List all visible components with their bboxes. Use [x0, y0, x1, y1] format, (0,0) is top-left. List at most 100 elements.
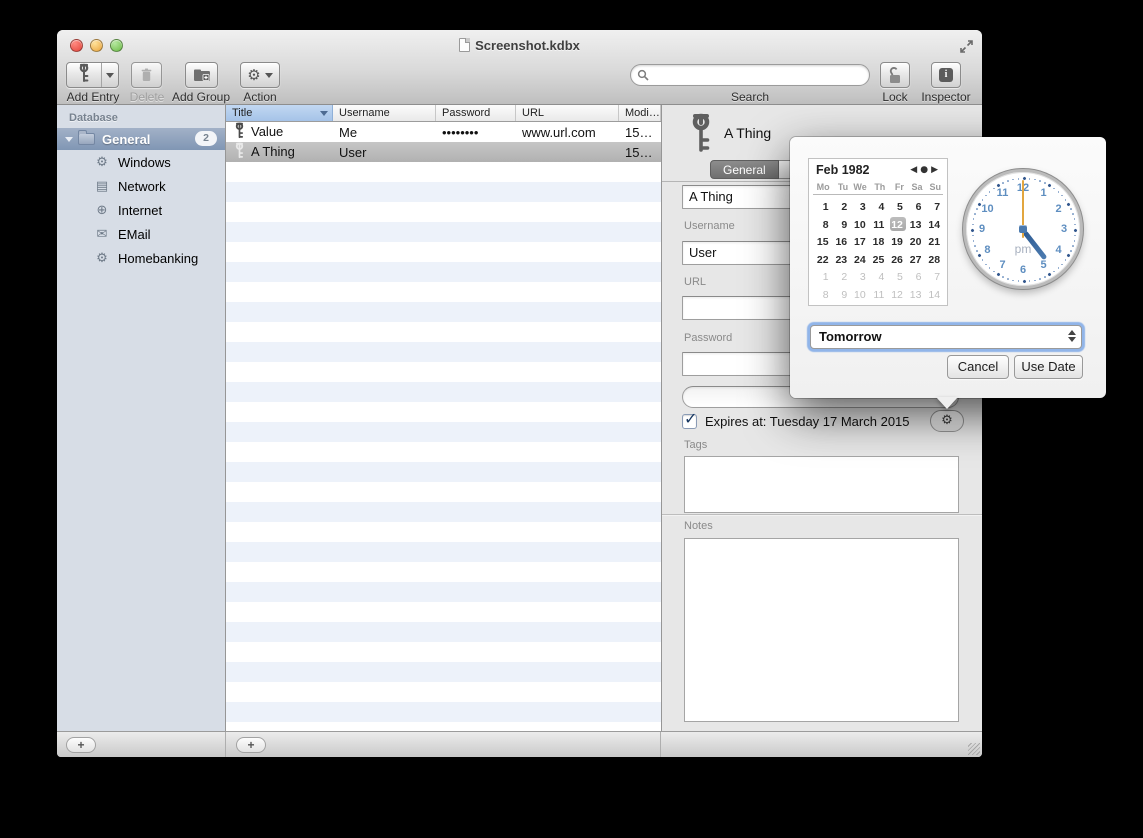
next-month-button[interactable]: ▶ — [931, 165, 941, 175]
column-header-username[interactable]: Username — [333, 105, 436, 121]
calendar-day[interactable]: 6 — [906, 269, 925, 287]
calendar-day[interactable]: 16 — [832, 234, 851, 252]
calendar-day[interactable]: 2 — [832, 199, 851, 217]
calendar-day[interactable]: 21 — [924, 234, 943, 252]
column-header-modi[interactable]: Modi… — [619, 105, 661, 121]
sidebar-item-label: Homebanking — [118, 251, 198, 266]
date-picker-popover: Feb 1982 ◀●▶ MoTuWeThFrSaSu 123456789101… — [790, 137, 1106, 398]
calendar-day[interactable]: 4 — [869, 199, 888, 217]
clock-tick — [1074, 224, 1076, 226]
calendar-day[interactable]: 20 — [906, 234, 925, 252]
expires-label: Expires at: Tuesday 17 March 2015 — [705, 414, 910, 429]
column-header-url[interactable]: URL — [516, 105, 619, 121]
calendar-day[interactable]: 10 — [850, 217, 869, 235]
today-button[interactable]: ● — [920, 165, 931, 175]
clock-tick — [1053, 271, 1055, 273]
calendar-day[interactable]: 1 — [813, 269, 832, 287]
calendar-day[interactable]: 7 — [924, 199, 943, 217]
calendar-day[interactable]: 11 — [869, 287, 888, 305]
calendar-day[interactable]: 14 — [924, 217, 943, 235]
calendar-day[interactable]: 5 — [887, 269, 906, 287]
calendar-day[interactable]: 15 — [813, 234, 832, 252]
calendar-day[interactable]: 9 — [832, 217, 851, 235]
delete-button[interactable] — [131, 62, 162, 88]
fullscreen-icon[interactable] — [959, 39, 974, 54]
add-entry-button[interactable] — [66, 62, 119, 88]
calendar-day[interactable]: 7 — [924, 269, 943, 287]
sidebar-item-windows[interactable]: ⚙Windows — [57, 150, 225, 174]
calendar-day[interactable]: 14 — [924, 287, 943, 305]
inspector-button[interactable]: i — [931, 62, 961, 88]
lock-button[interactable] — [880, 62, 910, 88]
tags-field[interactable] — [684, 456, 959, 513]
calendar-day[interactable]: 3 — [850, 269, 869, 287]
calendar-day[interactable]: 9 — [832, 287, 851, 305]
add-entry-plus-button[interactable]: + — [236, 737, 266, 753]
calendar-day[interactable]: 6 — [906, 199, 925, 217]
calendar-day[interactable]: 27 — [906, 252, 925, 270]
calendar-day[interactable]: 11 — [869, 217, 888, 235]
calendar-day[interactable]: 22 — [813, 252, 832, 270]
clock-number: 9 — [979, 223, 985, 235]
calendar-day[interactable]: 4 — [869, 269, 888, 287]
table-row[interactable]: ValueMe••••••••www.url.com15… — [226, 122, 661, 142]
sidebar-item-network[interactable]: ▤Network — [57, 174, 225, 198]
use-date-button[interactable]: Use Date — [1014, 355, 1083, 379]
calendar-day[interactable]: 13 — [906, 217, 925, 235]
expires-checkbox[interactable]: ✓ — [682, 414, 697, 429]
clock-tick — [1029, 178, 1031, 180]
mail-icon: ✉ — [94, 227, 110, 242]
gear-icon: ⚙ — [94, 251, 110, 266]
clock-center-cap — [1019, 225, 1027, 233]
calendar-day[interactable]: 18 — [869, 234, 888, 252]
calendar-day[interactable]: 1 — [813, 199, 832, 217]
calendar-day[interactable]: 8 — [813, 217, 832, 235]
calendar-day[interactable]: 19 — [887, 234, 906, 252]
disclosure-triangle-icon[interactable] — [65, 137, 73, 142]
action-button[interactable]: ⚙ — [240, 62, 280, 88]
calendar-day[interactable]: 2 — [832, 269, 851, 287]
calendar-day[interactable]: 5 — [887, 199, 906, 217]
sidebar-item-internet[interactable]: ⊕Internet — [57, 198, 225, 222]
analog-clock[interactable]: 123456789101112 pm — [963, 169, 1083, 289]
resize-grip[interactable] — [968, 743, 980, 755]
add-group-plus-button[interactable]: + — [66, 737, 96, 753]
calendar-day[interactable]: 12 — [887, 287, 906, 305]
table-row[interactable]: A ThingUser15… — [226, 142, 661, 162]
column-header-password[interactable]: Password — [436, 105, 516, 121]
search-input[interactable] — [630, 64, 870, 86]
calendar-day[interactable]: 10 — [850, 287, 869, 305]
calendar-day[interactable]: 23 — [832, 252, 851, 270]
calendar-day[interactable]: 28 — [924, 252, 943, 270]
add-group-button[interactable] — [185, 62, 218, 88]
folder-icon — [78, 133, 95, 145]
date-preset-select[interactable]: Tomorrow — [810, 325, 1082, 349]
folder-plus-icon — [193, 68, 211, 82]
calendar-day[interactable]: 25 — [869, 252, 888, 270]
clock-tick — [1066, 202, 1070, 206]
clock-tick — [1044, 182, 1046, 184]
tab-general[interactable]: General — [710, 160, 779, 179]
column-header-title[interactable]: Title — [226, 105, 333, 121]
add-entry-dropdown[interactable] — [102, 73, 118, 78]
calendar-day[interactable]: 26 — [887, 252, 906, 270]
expires-date-picker-button[interactable]: ⚙ — [930, 410, 964, 432]
clock-tick — [1002, 182, 1004, 184]
calendar-day[interactable]: 13 — [906, 287, 925, 305]
calendar-day[interactable]: 8 — [813, 287, 832, 305]
calendar-month-title: Feb 1982 — [816, 163, 870, 177]
server-icon: ▤ — [94, 179, 110, 194]
cancel-button[interactable]: Cancel — [947, 355, 1009, 379]
sidebar-item-email[interactable]: ✉EMail — [57, 222, 225, 246]
calendar-day[interactable]: 24 — [850, 252, 869, 270]
notes-field[interactable] — [684, 538, 959, 722]
calendar-day-selected[interactable]: 12 — [887, 217, 906, 235]
prev-month-button[interactable]: ◀ — [910, 165, 920, 175]
calendar-day[interactable]: 17 — [850, 234, 869, 252]
sort-descending-icon — [320, 111, 328, 116]
clock-tick — [1070, 208, 1072, 210]
calendar-day[interactable]: 3 — [850, 199, 869, 217]
sidebar-item-homebanking[interactable]: ⚙ Homebanking — [57, 246, 225, 270]
key-icon — [234, 122, 245, 142]
sidebar-group-general[interactable]: General 2 — [57, 128, 225, 150]
